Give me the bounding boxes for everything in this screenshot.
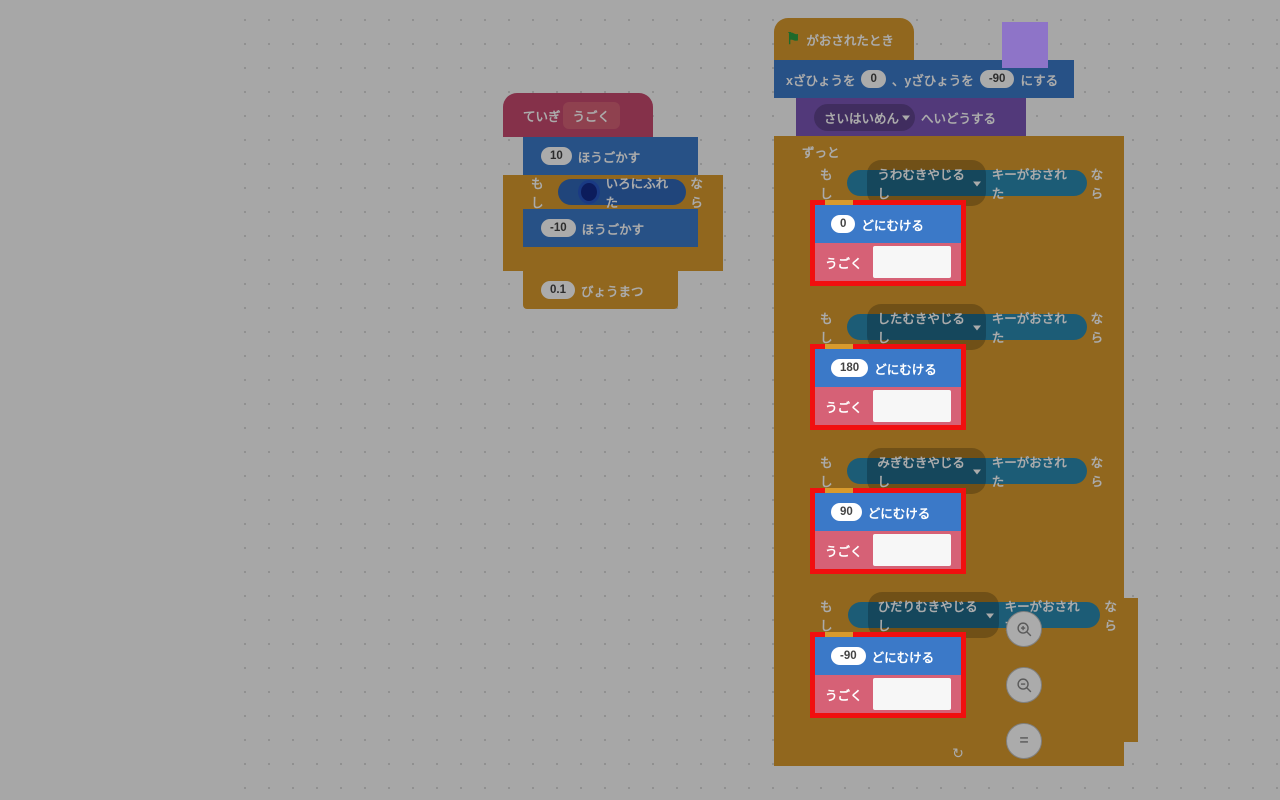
highlight-box-down: 180 どにむける うごく (810, 344, 966, 430)
if-key-down-block[interactable]: もし したむきやじるし キーがおされた なら 180 どにむける (792, 310, 1124, 454)
color-swatch-icon[interactable] (578, 180, 600, 204)
key-pressed-up[interactable]: うわむきやじるし キーがおされた (847, 170, 1086, 196)
key-pressed-right[interactable]: みぎむきやじるし キーがおされた (847, 458, 1086, 484)
highlight-box-up: 0 どにむける うごく (810, 200, 966, 286)
point-direction-right[interactable]: 90 どにむける (815, 493, 961, 531)
goto-x-label: xざひょうを (786, 70, 855, 89)
move-neg-steps-block[interactable]: -10 ほうごかす (523, 209, 698, 247)
touching-color-reporter[interactable]: いろにふれた (558, 179, 687, 205)
layer-suffix: へいどうする (921, 108, 996, 127)
goto-suffix: にする (1020, 70, 1058, 89)
neg-steps-label: ほうごかす (582, 219, 645, 238)
point-direction-down[interactable]: 180 どにむける (815, 349, 961, 387)
if-label: もし (531, 173, 554, 211)
if-label-right: もし (820, 452, 843, 490)
go-to-layer-block[interactable]: さいはいめん へいどうする (796, 98, 1026, 136)
define-name: うごく (563, 102, 621, 129)
touching-label: いろにふれた (606, 173, 673, 211)
highlight-box-right: 90 どにむける うごく (810, 488, 966, 574)
ugoku-block-down[interactable]: うごく (815, 387, 961, 425)
if-label-down: もし (820, 308, 843, 346)
goto-y-value[interactable]: -90 (980, 70, 1015, 88)
if-key-up-block[interactable]: もし うわむきやじるし キーがおされた なら 0 どにむける (792, 166, 1124, 310)
when-flag-label: がおされたとき (806, 30, 894, 49)
define-label: ていぎ (523, 106, 561, 125)
then-left: なら (1104, 596, 1128, 634)
then-down: なら (1091, 308, 1114, 346)
move-steps-label: ほうごかす (578, 147, 641, 166)
point-direction-up[interactable]: 0 どにむける (815, 205, 961, 243)
point-direction-left[interactable]: -90 どにむける (815, 637, 961, 675)
left-block-stack[interactable]: ていぎ うごく 10 ほうごかす もし いろにふれた なら -10 ほうごかす (503, 93, 718, 309)
ugoku-block-left[interactable]: うごく (815, 675, 961, 713)
zoom-reset-button[interactable]: = (1006, 723, 1042, 759)
then-label: なら (690, 173, 713, 211)
zoom-out-button[interactable] (1006, 667, 1042, 703)
wait-block[interactable]: 0.1 びょうまつ (523, 271, 678, 309)
if-key-left-block[interactable]: もし ひだりむきやじるし キーがおされた なら -90 どにむける (792, 598, 1138, 742)
goto-x-value[interactable]: 0 (861, 70, 885, 88)
ugoku-block-up[interactable]: うごく (815, 243, 961, 281)
when-flag-clicked-block[interactable]: ⚑ がおされたとき (774, 18, 914, 60)
purple-tile (1002, 22, 1048, 68)
wait-value[interactable]: 0.1 (541, 281, 575, 299)
zoom-in-icon (1016, 621, 1033, 638)
layer-drop-label: さいはいめん (824, 112, 899, 126)
zoom-controls: = (1006, 611, 1042, 759)
if-touching-block[interactable]: もし いろにふれた なら -10 ほうごかす (503, 175, 723, 271)
repeat-arrow-icon: ↻ (792, 742, 1124, 764)
workspace-canvas[interactable]: ていぎ うごく 10 ほうごかす もし いろにふれた なら -10 ほうごかす (225, 0, 1280, 800)
key-pressed-left[interactable]: ひだりむきやじるし キーがおされた (848, 602, 1101, 628)
if-label-up: もし (820, 164, 843, 202)
if-label-left: もし (820, 596, 844, 634)
key-pressed-down[interactable]: したむきやじるし キーがおされた (847, 314, 1086, 340)
highlight-box-left: -90 どにむける うごく (810, 632, 966, 718)
flag-icon: ⚑ (786, 29, 800, 49)
forever-label: ずっと (802, 142, 840, 161)
goto-y-label: 、yざひょうを (892, 70, 974, 89)
zoom-in-button[interactable] (1006, 611, 1042, 647)
then-up: なら (1091, 164, 1114, 202)
forever-block[interactable]: ずっと もし うわむきやじるし キーがおされた なら (774, 136, 1124, 766)
right-block-stack[interactable]: ⚑ がおされたとき xざひょうを 0 、yざひょうを -90 にする さいはいめ… (774, 18, 1129, 766)
layer-dropdown[interactable]: さいはいめん (814, 104, 915, 131)
zoom-out-icon (1016, 677, 1033, 694)
move-steps-block[interactable]: 10 ほうごかす (523, 137, 698, 175)
define-hat-block[interactable]: ていぎ うごく (503, 93, 653, 137)
wait-label: びょうまつ (581, 281, 644, 300)
ugoku-block-right[interactable]: うごく (815, 531, 961, 569)
if-key-right-block[interactable]: もし みぎむきやじるし キーがおされた なら 90 どにむける (792, 454, 1124, 598)
neg-steps-value[interactable]: -10 (541, 219, 576, 237)
move-steps-value[interactable]: 10 (541, 147, 572, 165)
then-right: なら (1091, 452, 1114, 490)
